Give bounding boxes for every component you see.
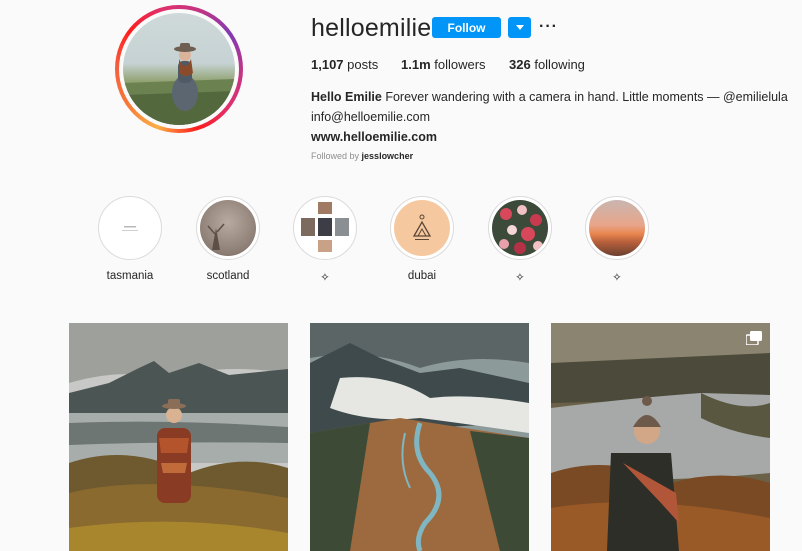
post-image-river-valley [310,323,529,551]
bio-email: info@helloemilie.com [311,110,430,124]
profile-avatar-ring[interactable] [115,5,243,133]
bio-text: Forever wandering with a camera in hand.… [385,90,788,104]
following-link[interactable]: 326 following [509,57,585,72]
post-image-hilltop [551,323,770,551]
highlight-cover-flowers [499,205,543,254]
chevron-down-icon [515,25,524,30]
highlight-cover [297,200,353,256]
highlight-label: dubai [407,270,437,282]
posts-value: 1,107 [311,57,344,72]
follow-button[interactable]: Follow [432,17,501,38]
following-value: 326 [509,57,531,72]
highlight-cover [394,200,450,256]
highlight-flowers[interactable]: ✧ [488,196,552,284]
highlight-sunset[interactable]: ✧ [585,196,649,284]
more-options-button[interactable]: ··· [539,18,558,36]
following-label: following [534,57,585,72]
highlight-cover-collage [301,202,349,252]
followed-by[interactable]: Followed by jesslowcher [311,151,413,161]
highlight-label: ✧ [515,272,525,284]
multiple-photos-icon [746,331,762,345]
highlight-label: tasmania [106,270,154,282]
highlight-ring [98,196,162,260]
post-thumbnail[interactable] [310,323,529,551]
profile-bio: Hello Emilie Forever wandering with a ca… [311,87,791,147]
posts-label: posts [347,57,379,72]
post-image-mountain-lake [69,323,288,551]
bio-name: Hello Emilie [311,90,382,104]
highlight-ring [488,196,552,260]
followed-by-user: jesslowcher [361,151,414,161]
avatar-border [119,9,239,129]
followers-label: followers [434,57,486,72]
highlight-ring [196,196,260,260]
highlight-label: scotland [206,270,250,282]
highlight-cover [589,200,645,256]
highlight-dubai[interactable]: dubai [390,196,454,284]
bio-website-link[interactable]: www.helloemilie.com [311,127,791,147]
highlight-cover [492,200,548,256]
highlight-cover [200,200,256,256]
posts-count: 1,107 posts [311,57,378,72]
highlight-tasmania[interactable]: tasmania [98,196,162,284]
highlight-ring [293,196,357,260]
followers-value: 1.1m [401,57,431,72]
followed-by-prefix: Followed by [311,151,360,161]
profile-username: helloemilie [311,14,432,42]
avatar-photo [123,43,235,125]
highlight-ring [390,196,454,260]
bio-line: Hello Emilie Forever wandering with a ca… [311,87,791,107]
highlight-scotland[interactable]: scotland [196,196,260,284]
followers-link[interactable]: 1.1m followers [401,57,486,72]
post-thumbnail[interactable] [69,323,288,551]
highlight-label: ✧ [320,272,330,284]
avatar[interactable] [123,13,235,125]
highlight-ring [585,196,649,260]
highlight-label: ✧ [612,272,622,284]
suggested-dropdown-button[interactable] [508,17,531,38]
pyramid-icon [412,214,432,240]
highlight-cover [102,200,158,256]
highlight-cover-tree [207,223,225,250]
highlight-collage[interactable]: ✧ [293,196,357,284]
post-thumbnail[interactable] [551,323,770,551]
highlight-cover-text [122,226,138,231]
